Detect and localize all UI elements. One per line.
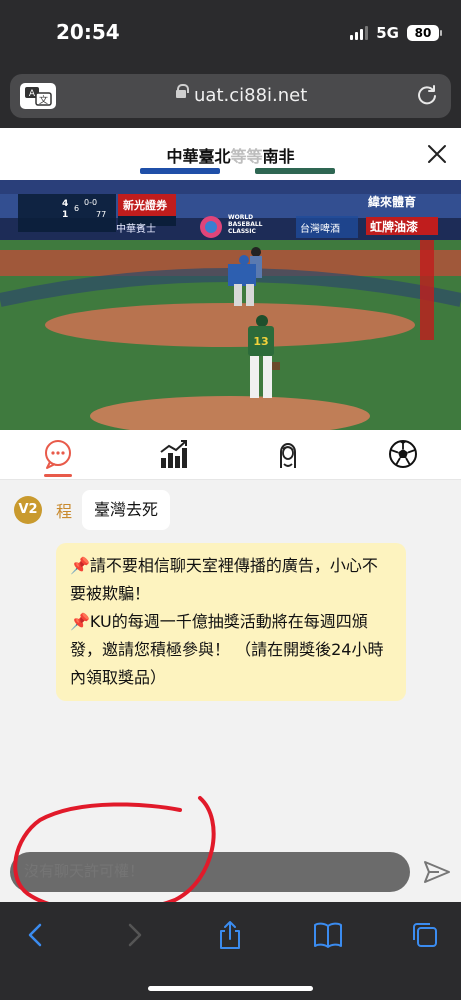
broadcaster-logo: 緯來體育 bbox=[368, 195, 417, 209]
tab-soccer[interactable] bbox=[387, 438, 419, 472]
tab-stats[interactable] bbox=[157, 438, 189, 472]
soccer-ball-icon bbox=[389, 440, 417, 468]
lock-icon bbox=[176, 84, 189, 98]
url-text[interactable]: uat.ci88i.net bbox=[194, 85, 307, 106]
pushpin-icon: 📌 bbox=[70, 556, 90, 575]
notice-text-2: KU的每週一千億抽獎活動將在每週四頒發，邀請您積極參與！ （請在開獎後24小時內… bbox=[70, 612, 384, 687]
network-label: 5G bbox=[376, 24, 399, 42]
active-tab-indicator bbox=[44, 474, 72, 477]
pitch-speed: 77 bbox=[96, 210, 107, 219]
tournament-logo-text: WORLD BASEBALL CLASSIC bbox=[228, 214, 263, 235]
anchor-icon bbox=[280, 443, 296, 468]
home-team-color-bar bbox=[140, 168, 220, 174]
away-team-color-bar bbox=[255, 168, 335, 174]
share-icon[interactable] bbox=[214, 920, 246, 950]
cellular-signal-icon bbox=[350, 26, 369, 40]
notice-line-1: 📌請不要相信聊天室裡傳播的廣告，小心不要被欺騙！ bbox=[70, 552, 392, 608]
sponsor-benz: 中華賓士 bbox=[116, 224, 156, 235]
away-team-name: 南非 bbox=[262, 147, 295, 166]
vs-separator: 等等 bbox=[230, 147, 263, 166]
stats-icon bbox=[160, 440, 187, 468]
vip-level-badge: V2 bbox=[14, 496, 42, 524]
reload-icon[interactable] bbox=[415, 84, 439, 108]
sponsor-rainbow-paint: 虹牌油漆 bbox=[370, 220, 419, 234]
forward-icon[interactable] bbox=[118, 920, 150, 950]
tab-bar bbox=[0, 430, 461, 480]
address-bar[interactable]: A 文 uat.ci88i.net bbox=[10, 74, 451, 118]
chat-message-list[interactable]: V2 程 臺灣去死 📌請不要相信聊天室裡傳播的廣告，小心不要被欺騙！ 📌KU的每… bbox=[0, 480, 461, 850]
live-video-player[interactable]: 13 4 1 6 0-0 77 新光證券 中華賓士 WORLD BASEBALL… bbox=[0, 180, 461, 430]
message-username[interactable]: 程 bbox=[56, 498, 72, 522]
home-team-name: 中華臺北 bbox=[166, 147, 231, 166]
bookmarks-icon[interactable] bbox=[312, 920, 344, 950]
status-indicators: 5G 80 bbox=[350, 24, 442, 42]
battery-icon: 80 bbox=[407, 25, 442, 41]
sponsor-taiwan-beer: 台灣啤酒 bbox=[300, 224, 340, 235]
chat-input[interactable] bbox=[10, 852, 410, 892]
notice-line-2: 📌KU的每週一千億抽獎活動將在每週四頒發，邀請您積極參與！ （請在開獎後24小時… bbox=[70, 608, 392, 692]
score-home: 4 bbox=[62, 199, 69, 209]
status-time: 20:54 bbox=[56, 20, 120, 44]
tabs-icon[interactable] bbox=[410, 920, 442, 950]
back-icon[interactable] bbox=[20, 920, 52, 950]
tab-anchor[interactable] bbox=[272, 438, 304, 472]
pitcher-jersey-number: 13 bbox=[253, 335, 268, 348]
notice-text-1: 請不要相信聊天室裡傳播的廣告，小心不要被欺騙！ bbox=[70, 556, 378, 603]
match-title: 中華臺北等等南非 bbox=[0, 143, 461, 167]
browser-bottom-toolbar bbox=[0, 902, 461, 1000]
chat-input-row bbox=[0, 850, 461, 902]
svg-text:A: A bbox=[29, 89, 36, 99]
message-bubble: 臺灣去死 bbox=[82, 490, 171, 530]
translate-icon[interactable]: A 文 bbox=[20, 83, 56, 109]
chat-notice-box: 📌請不要相信聊天室裡傳播的廣告，小心不要被欺騙！ 📌KU的每週一千億抽獎活動將在… bbox=[56, 543, 406, 701]
tab-chat[interactable] bbox=[42, 438, 74, 472]
svg-text:文: 文 bbox=[39, 94, 48, 106]
send-icon[interactable] bbox=[423, 858, 451, 886]
home-indicator bbox=[148, 986, 313, 991]
inning-number: 6 bbox=[74, 204, 80, 213]
ball-strike-count: 0-0 bbox=[84, 198, 98, 207]
close-icon[interactable] bbox=[425, 142, 449, 166]
chat-icon bbox=[45, 440, 71, 469]
pushpin-icon: 📌 bbox=[70, 612, 90, 631]
score-away: 1 bbox=[62, 210, 69, 220]
match-header: 中華臺北等等南非 bbox=[0, 128, 461, 180]
sponsor-shinkong: 新光證券 bbox=[123, 199, 167, 212]
browser-top-chrome: 20:54 5G 80 A 文 uat.ci88i.net bbox=[0, 0, 461, 128]
